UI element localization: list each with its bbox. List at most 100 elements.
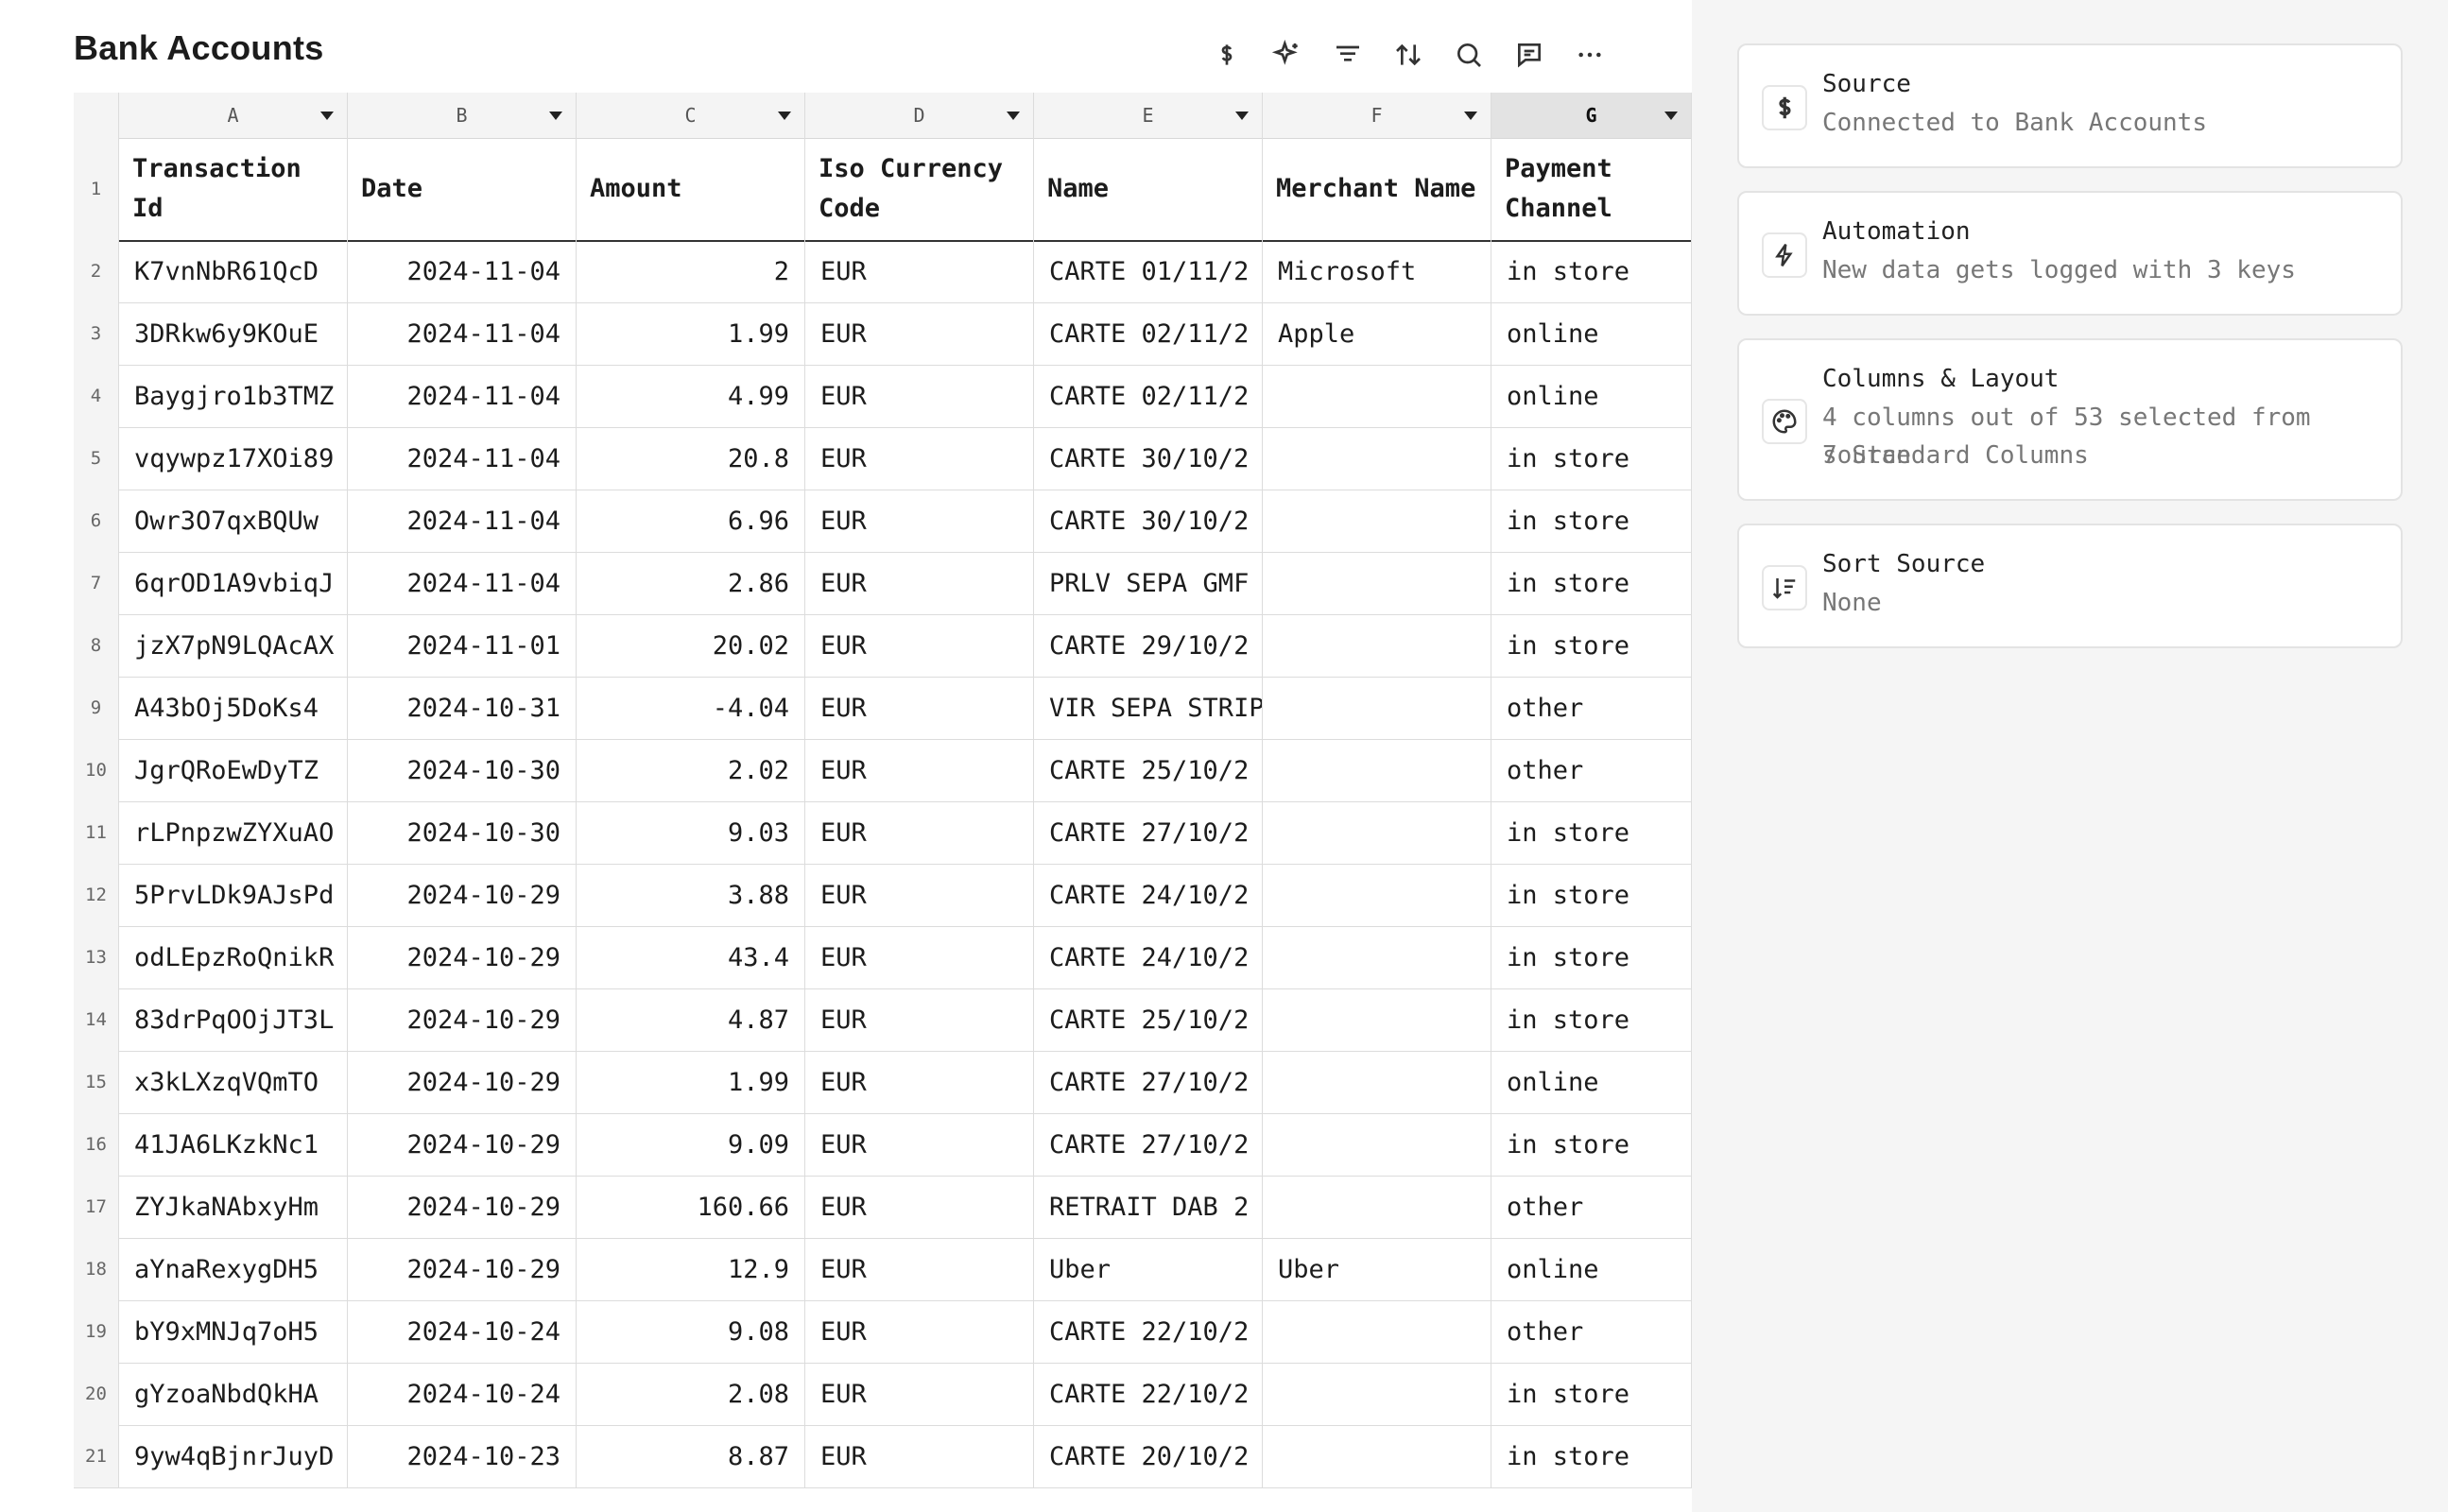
column-header-iso-currency-code[interactable]: Iso Currency Code	[805, 138, 1034, 240]
cell-date[interactable]: 2024-11-04	[348, 552, 577, 614]
cell-channel[interactable]: in store	[1491, 1363, 1692, 1425]
sparkle-icon[interactable]	[1268, 36, 1306, 74]
cell-id[interactable]: 6qrOD1A9vbiqJ	[119, 552, 348, 614]
column-header-transaction-id[interactable]: Transaction Id	[119, 138, 348, 240]
cell-channel[interactable]: in store	[1491, 240, 1692, 302]
cell-cur[interactable]: EUR	[805, 365, 1034, 427]
cell-channel[interactable]: other	[1491, 677, 1692, 739]
cell-date[interactable]: 2024-11-04	[348, 302, 577, 365]
row-number[interactable]: 18	[74, 1238, 119, 1300]
cell-amount[interactable]: 20.8	[577, 427, 805, 490]
cell-id[interactable]: JgrQRoEwDyTZ	[119, 739, 348, 801]
cell-amount[interactable]: 43.4	[577, 926, 805, 988]
column-letter-a[interactable]: A	[119, 93, 348, 138]
cell-name[interactable]: VIR SEPA STRIP	[1034, 677, 1263, 739]
comment-icon[interactable]	[1510, 36, 1548, 74]
cell-date[interactable]: 2024-11-04	[348, 240, 577, 302]
row-number[interactable]: 6	[74, 490, 119, 552]
cell-id[interactable]: 9yw4qBjnrJuyD	[119, 1425, 348, 1487]
cell-cur[interactable]: EUR	[805, 739, 1034, 801]
cell-amount[interactable]: -4.04	[577, 677, 805, 739]
cell-merchant[interactable]: Apple	[1263, 302, 1491, 365]
cell-channel[interactable]: online	[1491, 1051, 1692, 1113]
chevron-down-icon[interactable]	[1664, 112, 1678, 120]
cell-merchant[interactable]	[1263, 552, 1491, 614]
cell-amount[interactable]: 9.03	[577, 801, 805, 864]
cell-channel[interactable]: in store	[1491, 552, 1692, 614]
cell-merchant[interactable]	[1263, 864, 1491, 926]
cell-date[interactable]: 2024-10-23	[348, 1425, 577, 1487]
column-header-date[interactable]: Date	[348, 138, 577, 240]
columns-layout-card[interactable]: Columns & Layout 4 columns out of 53 sel…	[1737, 338, 2403, 501]
cell-cur[interactable]: EUR	[805, 1363, 1034, 1425]
cell-channel[interactable]: in store	[1491, 1113, 1692, 1176]
column-header-payment-channel[interactable]: Payment Channel	[1491, 138, 1692, 240]
cell-id[interactable]: gYzoaNbdQkHA	[119, 1363, 348, 1425]
cell-channel[interactable]: online	[1491, 1238, 1692, 1300]
cell-date[interactable]: 2024-11-04	[348, 427, 577, 490]
column-header-name[interactable]: Name	[1034, 138, 1263, 240]
cell-amount[interactable]: 2	[577, 240, 805, 302]
cell-name[interactable]: PRLV SEPA GMF	[1034, 552, 1263, 614]
column-header-merchant-name[interactable]: Merchant Name	[1263, 138, 1491, 240]
cell-id[interactable]: aYnaRexygDH5	[119, 1238, 348, 1300]
cell-channel[interactable]: other	[1491, 1176, 1692, 1238]
chevron-down-icon[interactable]	[320, 112, 334, 120]
cell-date[interactable]: 2024-10-29	[348, 1238, 577, 1300]
cell-channel[interactable]: other	[1491, 1300, 1692, 1363]
cell-cur[interactable]: EUR	[805, 988, 1034, 1051]
cell-cur[interactable]: EUR	[805, 1176, 1034, 1238]
cell-id[interactable]: odLEpzRoQnikR	[119, 926, 348, 988]
cell-amount[interactable]: 6.96	[577, 490, 805, 552]
cell-name[interactable]: Uber	[1034, 1238, 1263, 1300]
cell-date[interactable]: 2024-11-04	[348, 490, 577, 552]
row-number[interactable]: 11	[74, 801, 119, 864]
cell-amount[interactable]: 8.87	[577, 1425, 805, 1487]
column-letter-e[interactable]: E	[1034, 93, 1263, 138]
cell-channel[interactable]: in store	[1491, 614, 1692, 677]
cell-merchant[interactable]	[1263, 739, 1491, 801]
chevron-down-icon[interactable]	[1007, 112, 1020, 120]
row-number[interactable]: 21	[74, 1425, 119, 1487]
cell-name[interactable]: CARTE 29/10/2	[1034, 614, 1263, 677]
cell-cur[interactable]: EUR	[805, 1051, 1034, 1113]
cell-date[interactable]: 2024-10-29	[348, 988, 577, 1051]
cell-date[interactable]: 2024-10-24	[348, 1300, 577, 1363]
cell-name[interactable]: CARTE 30/10/2	[1034, 427, 1263, 490]
cell-name[interactable]: CARTE 27/10/2	[1034, 801, 1263, 864]
cell-date[interactable]: 2024-10-29	[348, 926, 577, 988]
cell-merchant[interactable]: Microsoft	[1263, 240, 1491, 302]
dollar-icon[interactable]	[1208, 36, 1246, 74]
cell-channel[interactable]: in store	[1491, 490, 1692, 552]
cell-merchant[interactable]	[1263, 614, 1491, 677]
cell-id[interactable]: x3kLXzqVQmTO	[119, 1051, 348, 1113]
cell-name[interactable]: CARTE 25/10/2	[1034, 988, 1263, 1051]
cell-merchant[interactable]	[1263, 801, 1491, 864]
cell-channel[interactable]: in store	[1491, 1425, 1692, 1487]
cell-id[interactable]: 3DRkw6y9KOuE	[119, 302, 348, 365]
cell-cur[interactable]: EUR	[805, 240, 1034, 302]
cell-cur[interactable]: EUR	[805, 677, 1034, 739]
source-card[interactable]: Source Connected to Bank Accounts	[1737, 43, 2403, 168]
row-number[interactable]: 5	[74, 427, 119, 490]
row-number[interactable]: 4	[74, 365, 119, 427]
cell-name[interactable]: CARTE 25/10/2	[1034, 739, 1263, 801]
cell-name[interactable]: CARTE 22/10/2	[1034, 1300, 1263, 1363]
cell-channel[interactable]: in store	[1491, 801, 1692, 864]
cell-amount[interactable]: 4.99	[577, 365, 805, 427]
cell-cur[interactable]: EUR	[805, 926, 1034, 988]
column-letter-b[interactable]: B	[348, 93, 577, 138]
cell-channel[interactable]: in store	[1491, 988, 1692, 1051]
cell-amount[interactable]: 1.99	[577, 1051, 805, 1113]
row-number[interactable]: 12	[74, 864, 119, 926]
cell-id[interactable]: vqywpz17XOi89	[119, 427, 348, 490]
cell-cur[interactable]: EUR	[805, 1238, 1034, 1300]
cell-name[interactable]: CARTE 01/11/2	[1034, 240, 1263, 302]
chevron-down-icon[interactable]	[1464, 112, 1477, 120]
cell-cur[interactable]: EUR	[805, 302, 1034, 365]
cell-id[interactable]: Owr3O7qxBQUw	[119, 490, 348, 552]
cell-name[interactable]: CARTE 30/10/2	[1034, 490, 1263, 552]
cell-id[interactable]: jzX7pN9LQAcAX	[119, 614, 348, 677]
cell-cur[interactable]: EUR	[805, 490, 1034, 552]
row-number[interactable]: 16	[74, 1113, 119, 1176]
